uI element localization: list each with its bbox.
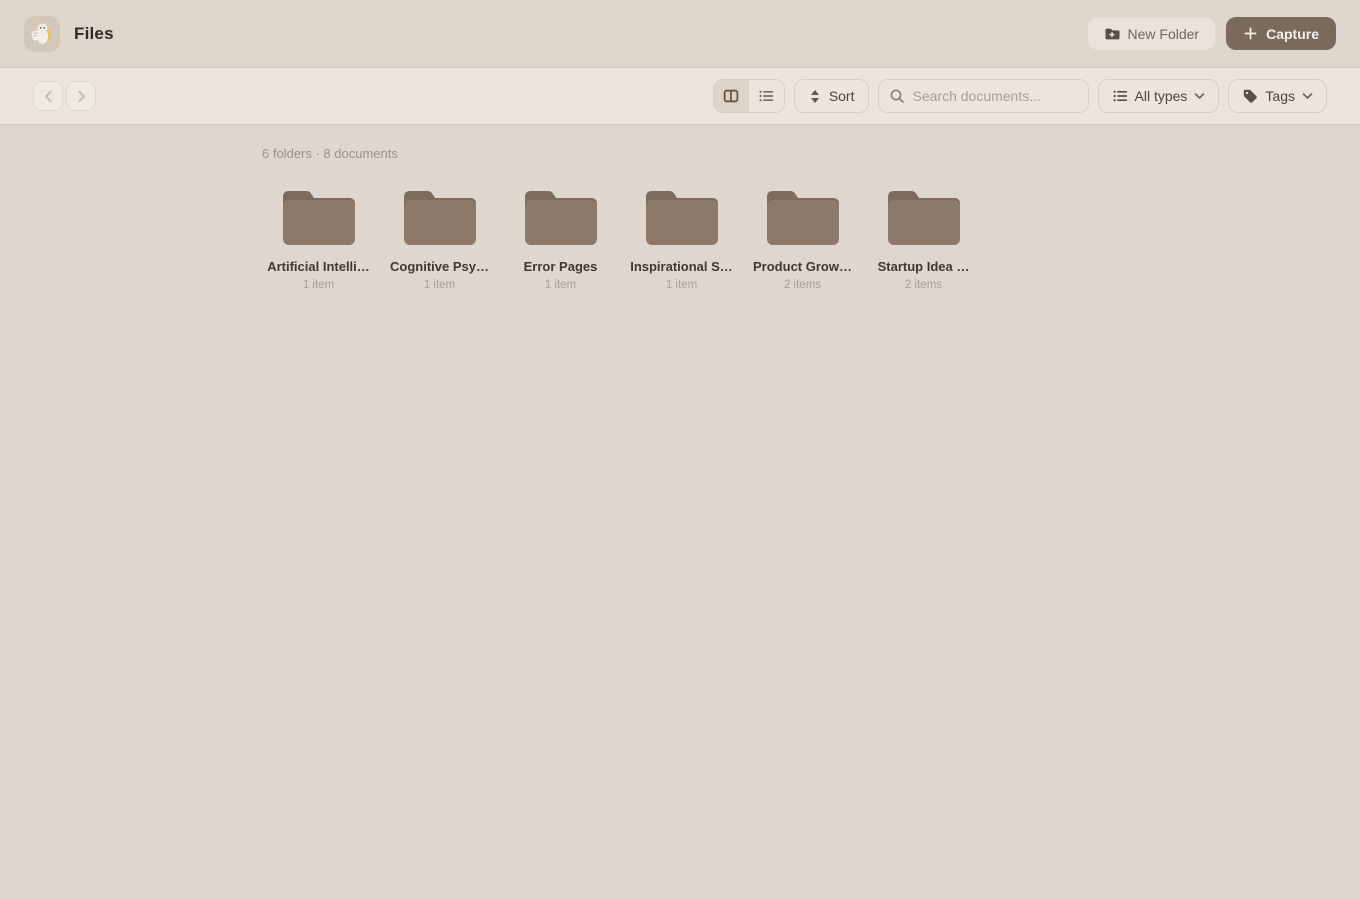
folder-icon	[888, 187, 960, 245]
search-input[interactable]	[878, 79, 1089, 113]
new-folder-button[interactable]: New Folder	[1087, 17, 1217, 50]
chevron-down-icon	[1302, 92, 1313, 100]
folder-name: Artificial Intelli…	[267, 259, 370, 274]
sort-arrows-icon	[808, 89, 822, 104]
app-logo-mascot-icon	[27, 19, 57, 49]
list-view-icon	[758, 88, 774, 104]
folder-name: Product Grow…	[753, 259, 852, 274]
folder-plus-icon	[1104, 26, 1120, 42]
view-mode-toggle	[713, 79, 785, 113]
folder-tile[interactable]: Product Grow… 2 items	[746, 187, 859, 291]
folder-tile[interactable]: Cognitive Psy… 1 item	[383, 187, 496, 291]
search-icon	[889, 88, 905, 104]
capture-button[interactable]: Capture	[1226, 17, 1336, 50]
new-folder-label: New Folder	[1128, 26, 1200, 42]
tags-filter-button[interactable]: Tags	[1228, 79, 1327, 113]
columns-view-icon	[723, 88, 739, 104]
page-title: Files	[74, 24, 114, 44]
folder-name: Inspirational S…	[630, 259, 733, 274]
folder-icon	[525, 187, 597, 245]
chevron-right-icon	[74, 89, 89, 104]
folder-tile[interactable]: Inspirational S… 1 item	[625, 187, 738, 291]
folder-icon	[646, 187, 718, 245]
folder-item-count: 1 item	[303, 279, 334, 291]
folder-icon	[283, 187, 355, 245]
folder-tile[interactable]: Startup Idea … 2 items	[867, 187, 980, 291]
all-types-label: All types	[1135, 88, 1188, 104]
item-count-summary: 6 folders · 8 documents	[262, 146, 1360, 161]
app-header: Files New Folder Capture	[0, 0, 1360, 68]
chevron-left-icon	[41, 89, 56, 104]
folder-name: Cognitive Psy…	[390, 259, 489, 274]
folder-icon	[404, 187, 476, 245]
toolbar-right-group: Sort All types	[713, 79, 1327, 113]
back-button[interactable]	[33, 81, 63, 111]
capture-label: Capture	[1266, 26, 1319, 42]
sort-button[interactable]: Sort	[794, 79, 869, 113]
folder-item-count: 1 item	[545, 279, 576, 291]
folder-tile[interactable]: Artificial Intelli… 1 item	[262, 187, 375, 291]
plus-icon	[1243, 26, 1258, 41]
folder-grid: Artificial Intelli… 1 item Cognitive Psy…	[262, 187, 1360, 291]
folder-item-count: 1 item	[666, 279, 697, 291]
folder-name: Error Pages	[524, 259, 598, 274]
app-logo	[24, 16, 60, 52]
sort-label: Sort	[829, 88, 855, 104]
folder-icon	[767, 187, 839, 245]
folder-tile[interactable]: Error Pages 1 item	[504, 187, 617, 291]
toolbar: Sort All types	[0, 68, 1360, 125]
folder-item-count: 2 items	[784, 279, 821, 291]
forward-button[interactable]	[66, 81, 96, 111]
content-area: 6 folders · 8 documents Artificial Intel…	[0, 125, 1360, 291]
list-filter-icon	[1112, 88, 1128, 104]
grid-view-button[interactable]	[714, 80, 749, 112]
folder-item-count: 1 item	[424, 279, 455, 291]
list-view-button[interactable]	[749, 80, 784, 112]
all-types-filter-button[interactable]: All types	[1098, 79, 1220, 113]
search-box	[878, 79, 1089, 113]
tags-label: Tags	[1265, 88, 1295, 104]
tag-icon	[1242, 88, 1258, 104]
chevron-down-icon	[1194, 92, 1205, 100]
folder-name: Startup Idea …	[878, 259, 970, 274]
folder-item-count: 2 items	[905, 279, 942, 291]
